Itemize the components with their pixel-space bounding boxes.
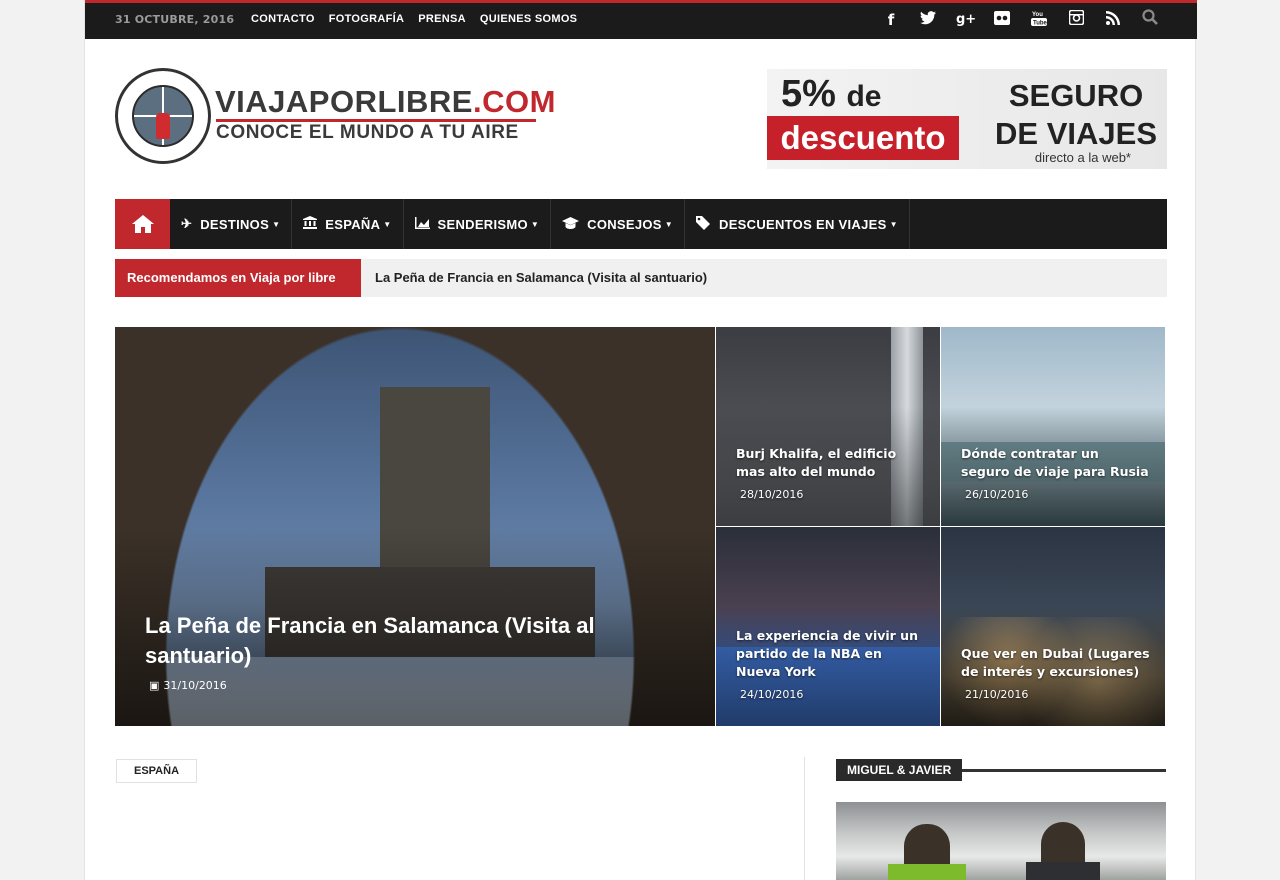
youtube-icon[interactable]: You Tube xyxy=(1030,9,1048,31)
svg-text:Tube: Tube xyxy=(1033,21,1047,27)
featured-main-date: ▣ 31/10/2016 xyxy=(149,679,227,692)
chevron-down-icon: ▼ xyxy=(530,219,540,229)
top-link-prensa[interactable]: PRENSA xyxy=(418,13,466,25)
facebook-icon[interactable]: f xyxy=(882,9,900,31)
chevron-down-icon: ▼ xyxy=(889,219,898,229)
bank-icon xyxy=(303,216,318,232)
ad-headline: SEGURO DE VIAJES xyxy=(995,78,1157,151)
google-plus-icon[interactable]: g+ xyxy=(956,9,976,31)
calendar-icon: ▣ xyxy=(149,679,160,692)
featured-tile-burj-khalifa[interactable]: Burj Khalifa, el edificio mas alto del m… xyxy=(716,327,940,526)
featured-main-title[interactable]: La Peña de Francia en Salamanca (Visita … xyxy=(145,611,665,671)
nav-descuentos[interactable]: DESCUENTOS EN VIAJES ▼ xyxy=(685,199,910,249)
tile-date: 24/10/2016 xyxy=(740,688,804,701)
insurance-ad-banner[interactable]: 5% de descuento SEGURO DE VIAJES directo … xyxy=(767,69,1167,169)
logo-emblem xyxy=(115,68,211,164)
rss-icon[interactable] xyxy=(1104,9,1122,31)
logo-title: VIAJAPORLIBRE.COM xyxy=(215,84,556,119)
home-icon[interactable] xyxy=(115,199,170,249)
top-links: CONTACTO FOTOGRAFÍA PRENSA QUIENES SOMOS xyxy=(251,13,577,25)
ticker-link[interactable]: La Peña de Francia en Salamanca (Visita … xyxy=(375,259,707,297)
category-tag-espana[interactable]: ESPAÑA xyxy=(116,759,197,783)
top-link-quienes-somos[interactable]: QUIENES SOMOS xyxy=(480,13,577,25)
ad-discount-label: descuento xyxy=(767,116,959,160)
flickr-icon[interactable] xyxy=(993,9,1011,31)
top-link-contacto[interactable]: CONTACTO xyxy=(251,13,315,25)
featured-tile-nba-nueva-york[interactable]: La experiencia de vivir un partido de la… xyxy=(716,527,940,726)
nav-senderismo[interactable]: SENDERISMO ▼ xyxy=(404,199,552,249)
featured-tile-dubai[interactable]: Que ver en Dubai (Lugares de interés y e… xyxy=(941,527,1165,726)
tile-title[interactable]: La experiencia de vivir un partido de la… xyxy=(736,627,926,681)
site-logo[interactable]: VIAJAPORLIBRE.COM CONOCE EL MUNDO A TU A… xyxy=(115,68,555,164)
plane-icon: ✈ xyxy=(181,216,193,231)
news-ticker: Recomendamos en Viaja por libre La Peña … xyxy=(115,259,1167,297)
current-date: 31 OCTUBRE, 2016 xyxy=(115,13,235,26)
graduation-cap-icon xyxy=(562,216,580,232)
tags-icon xyxy=(696,215,711,233)
svg-text:You: You xyxy=(1032,12,1043,18)
ad-tagline: directo a la web* xyxy=(1034,150,1131,165)
top-bar: 31 OCTUBRE, 2016 CONTACTO FOTOGRAFÍA PRE… xyxy=(85,0,1197,39)
authors-photo[interactable] xyxy=(836,802,1166,880)
tile-date: 26/10/2016 xyxy=(965,488,1029,501)
tile-title[interactable]: Burj Khalifa, el edificio mas alto del m… xyxy=(736,445,926,481)
widget-title: MIGUEL & JAVIER xyxy=(836,759,963,781)
logo-subtitle: CONOCE EL MUNDO A TU AIRE xyxy=(216,122,519,143)
page: 31 OCTUBRE, 2016 CONTACTO FOTOGRAFÍA PRE… xyxy=(84,0,1197,880)
search-icon[interactable] xyxy=(1141,9,1159,31)
chevron-down-icon: ▼ xyxy=(664,219,674,229)
chart-area-icon xyxy=(414,216,430,232)
ticker-label: Recomendamos en Viaja por libre xyxy=(115,259,361,297)
column-divider xyxy=(804,757,805,880)
nav-destinos[interactable]: ✈ DESTINOS ▼ xyxy=(170,199,293,249)
nav-consejos[interactable]: CONSEJOS ▼ xyxy=(551,199,686,249)
chevron-down-icon: ▼ xyxy=(383,219,392,229)
ad-percent: 5% de xyxy=(781,73,882,115)
main-navigation: ✈ DESTINOS ▼ ESPAÑA ▼ SENDERISMO ▼ CONSE… xyxy=(115,199,1167,249)
featured-main-post[interactable]: La Peña de Francia en Salamanca (Visita … xyxy=(115,327,715,726)
tile-title[interactable]: Dónde contratar un seguro de viaje para … xyxy=(961,445,1151,481)
nav-espana[interactable]: ESPAÑA ▼ xyxy=(292,199,404,249)
instagram-icon[interactable] xyxy=(1067,9,1085,31)
chevron-down-icon: ▼ xyxy=(272,219,281,229)
top-link-fotografia[interactable]: FOTOGRAFÍA xyxy=(329,13,405,25)
social-links: f g+ You Tube xyxy=(882,9,1159,31)
tile-title[interactable]: Que ver en Dubai (Lugares de interés y e… xyxy=(961,645,1151,681)
tile-date: 21/10/2016 xyxy=(965,688,1029,701)
twitter-icon[interactable] xyxy=(919,9,937,31)
featured-tile-seguro-rusia[interactable]: Dónde contratar un seguro de viaje para … xyxy=(941,327,1165,526)
tile-date: 28/10/2016 xyxy=(740,488,804,501)
